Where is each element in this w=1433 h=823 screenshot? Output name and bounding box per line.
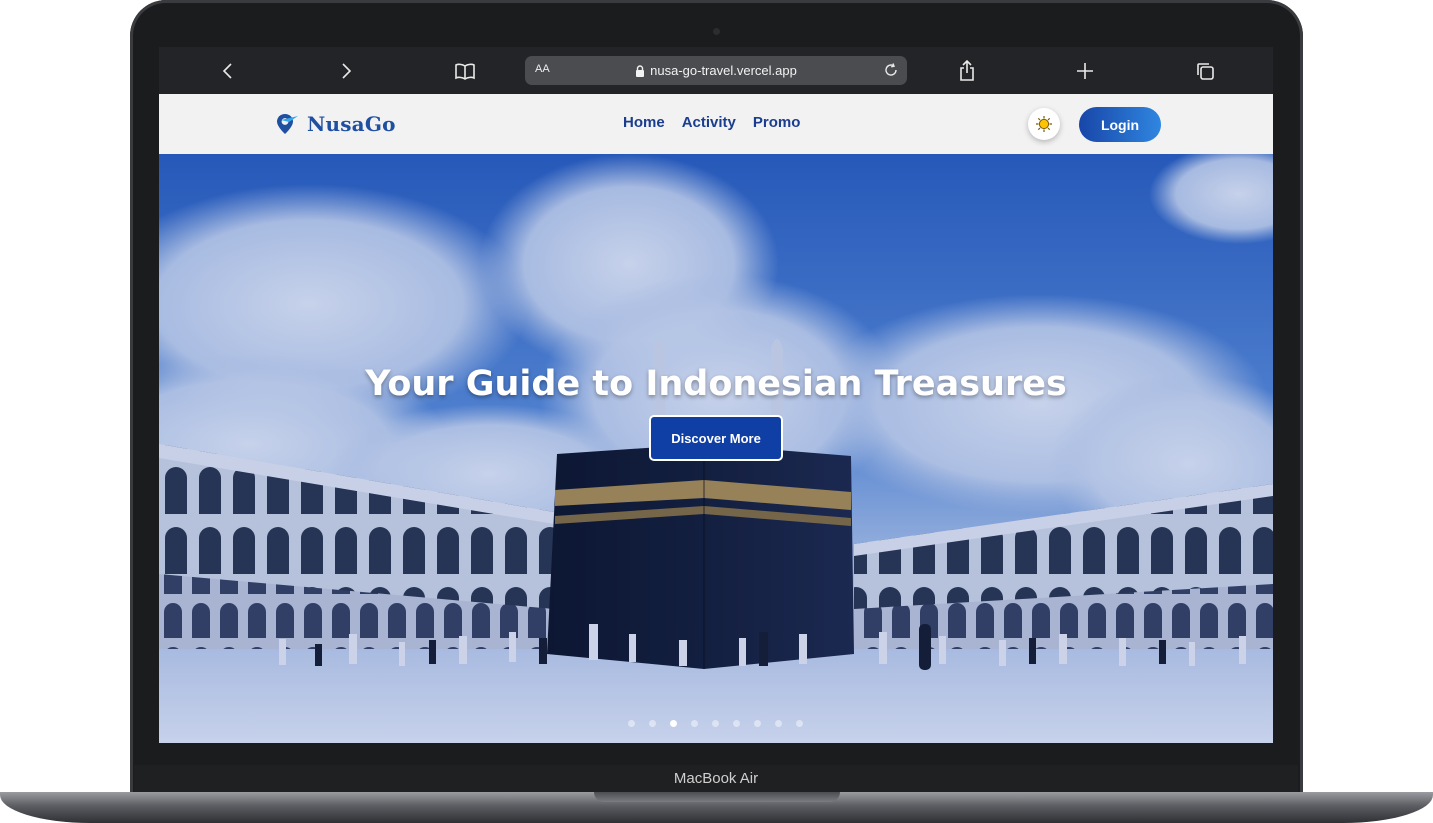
share-button[interactable] <box>953 57 981 85</box>
carousel-dot[interactable] <box>712 720 719 727</box>
bookmarks-button[interactable] <box>451 57 479 85</box>
chevron-left-icon <box>222 63 232 79</box>
forward-button[interactable] <box>332 57 360 85</box>
main-nav: Home Activity Promo <box>623 114 800 131</box>
back-button[interactable] <box>214 57 242 85</box>
tabs-icon <box>1197 63 1214 80</box>
reload-button[interactable] <box>881 60 901 80</box>
carousel-dot[interactable] <box>670 720 677 727</box>
sun-icon <box>1036 116 1052 132</box>
nav-link-home[interactable]: Home <box>623 114 665 131</box>
laptop-screen: AA nusa-go-travel.vercel.app NusaGo Home… <box>159 47 1273 743</box>
carousel-dot[interactable] <box>775 720 782 727</box>
carousel-dot[interactable] <box>796 720 803 727</box>
site-logo[interactable]: NusaGo <box>275 109 396 139</box>
logo-text: NusaGo <box>307 112 396 136</box>
carousel-dot[interactable] <box>628 720 635 727</box>
chevron-right-icon <box>342 63 352 79</box>
book-icon <box>455 63 475 80</box>
site-navbar: NusaGo Home Activity Promo Login <box>159 94 1273 154</box>
carousel-dot[interactable] <box>691 720 698 727</box>
browser-toolbar: AA nusa-go-travel.vercel.app <box>159 47 1273 94</box>
carousel-dot[interactable] <box>754 720 761 727</box>
carousel-dot[interactable] <box>733 720 740 727</box>
nav-link-promo[interactable]: Promo <box>753 114 801 131</box>
laptop-hinge-notch <box>594 792 840 802</box>
url-text: nusa-go-travel.vercel.app <box>650 63 797 78</box>
nav-link-activity[interactable]: Activity <box>682 114 736 131</box>
address-bar[interactable]: AA nusa-go-travel.vercel.app <box>525 56 907 85</box>
carousel-dot[interactable] <box>649 720 656 727</box>
discover-more-button[interactable]: Discover More <box>649 415 783 461</box>
tabs-overview-button[interactable] <box>1191 57 1219 85</box>
share-icon <box>960 60 974 81</box>
camera-icon <box>713 28 720 35</box>
website: NusaGo Home Activity Promo Login Your Gu… <box>159 94 1273 743</box>
hero-title: Your Guide to Indonesian Treasures <box>365 364 1067 404</box>
carousel-indicators <box>628 720 803 727</box>
hero-carousel: Your Guide to Indonesian Treasures Disco… <box>159 154 1273 743</box>
lock-icon <box>636 64 645 77</box>
map-pin-plane-icon <box>277 114 298 134</box>
plus-icon <box>1077 63 1093 79</box>
theme-toggle-button[interactable] <box>1028 108 1060 140</box>
device-model-label: MacBook Air <box>673 770 759 787</box>
new-tab-button[interactable] <box>1071 57 1099 85</box>
reload-icon <box>885 63 897 76</box>
login-button[interactable]: Login <box>1079 107 1161 142</box>
